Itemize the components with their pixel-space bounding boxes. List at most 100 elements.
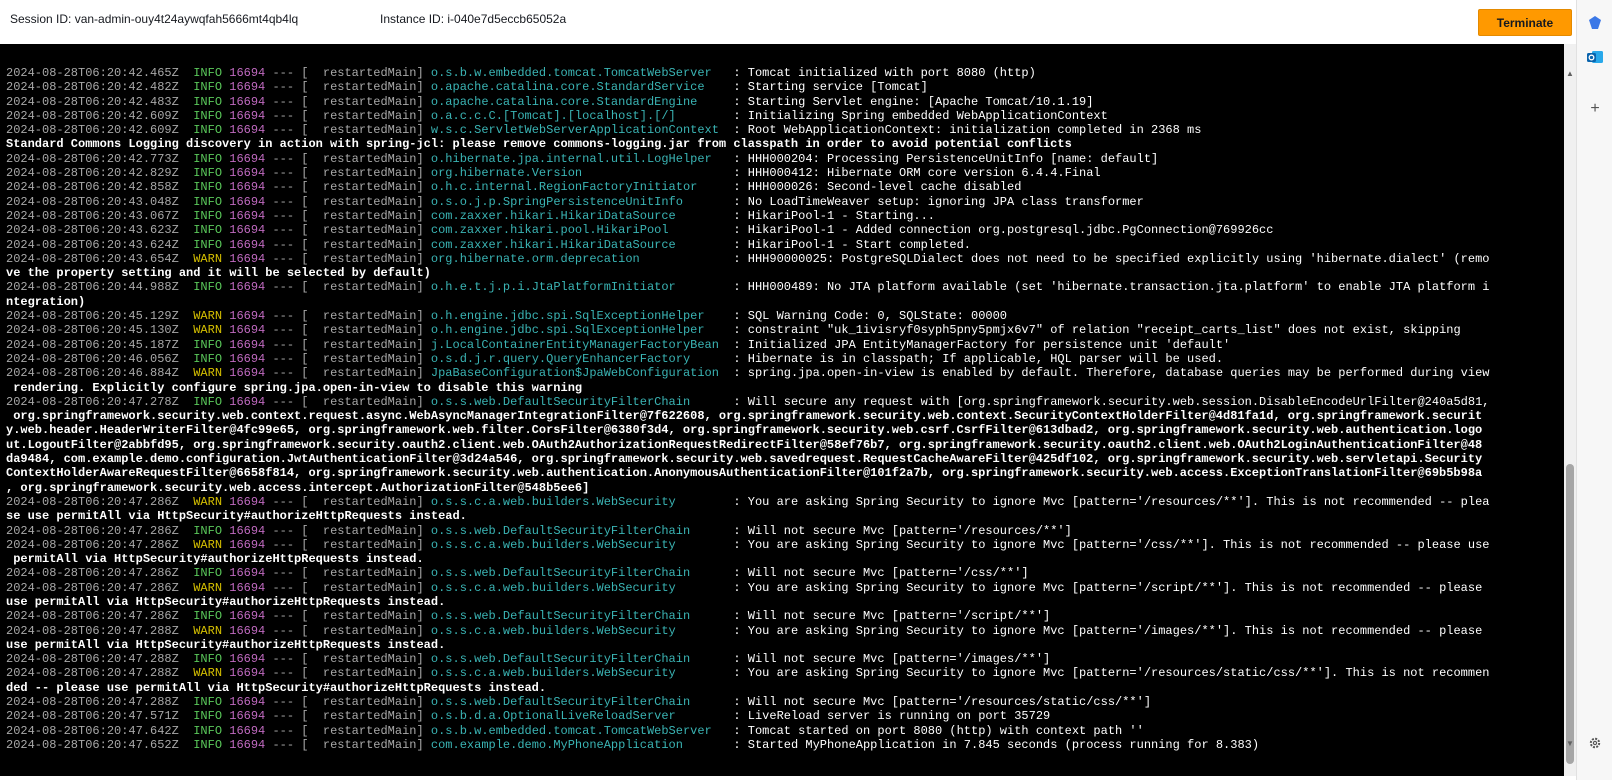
log-line: 2024-08-28T06:20:45.130Z WARN 16694 --- … — [6, 323, 1461, 338]
log-pid: 16694 — [229, 323, 266, 338]
log-continuation-text: org.springframework.security.web.context… — [6, 409, 1483, 424]
log-message: Starting Servlet engine: [Apache Tomcat/… — [747, 94, 1094, 109]
log-pid: 16694 — [229, 194, 266, 209]
log-thread: restartedMain — [322, 394, 417, 409]
log-level: INFO — [193, 237, 223, 252]
log-timestamp: 2024-08-28T06:20:47.286Z — [6, 537, 179, 552]
log-pid: 16694 — [229, 695, 266, 710]
log-pid: 16694 — [229, 80, 266, 95]
log-line: Standard Commons Logging discovery in ac… — [6, 137, 1558, 151]
log-continuation-text: Standard Commons Logging discovery in ac… — [6, 137, 1072, 152]
log-timestamp: 2024-08-28T06:20:42.465Z — [6, 66, 179, 80]
log-line: 2024-08-28T06:20:47.286Z INFO 16694 --- … — [6, 609, 1051, 624]
log-timestamp: 2024-08-28T06:20:42.609Z — [6, 108, 179, 123]
log-line: use permitAll via HttpSecurity#authorize… — [6, 638, 1558, 652]
log-message: Initialized JPA EntityManagerFactory for… — [747, 337, 1231, 352]
log-level: INFO — [193, 723, 223, 738]
log-pid: 16694 — [229, 337, 266, 352]
log-line: 2024-08-28T06:20:43.067Z INFO 16694 --- … — [6, 208, 935, 223]
log-continuation-text: ut.LogoutFilter@2abbfd95, org.springfram… — [6, 437, 1483, 452]
log-thread: restartedMain — [322, 251, 417, 266]
log-thread: restartedMain — [322, 494, 417, 509]
log-line: 2024-08-28T06:20:47.278Z INFO 16694 --- … — [6, 394, 1490, 409]
bookmark-icon[interactable] — [1584, 12, 1606, 34]
scroll-down-icon[interactable]: ▼ — [1565, 738, 1575, 750]
terminal-output[interactable]: 2024-08-28T06:20:42.465Z INFO 16694 --- … — [0, 44, 1564, 776]
log-thread: restartedMain — [322, 309, 417, 324]
log-level: INFO — [193, 280, 223, 295]
log-continuation-text: ded -- please use permitAll via HttpSecu… — [6, 680, 547, 695]
log-logger: o.apache.catalina.core.StandardEngine — [430, 94, 727, 109]
log-timestamp: 2024-08-28T06:20:47.288Z — [6, 666, 179, 681]
log-continuation-text: ntegration) — [6, 294, 86, 309]
log-line: 2024-08-28T06:20:45.187Z INFO 16694 --- … — [6, 337, 1231, 352]
log-pid: 16694 — [229, 709, 266, 724]
log-thread: restartedMain — [322, 652, 417, 667]
log-level: INFO — [193, 151, 223, 166]
scrollbar-thumb[interactable] — [1566, 464, 1574, 764]
log-pid: 16694 — [229, 580, 266, 595]
log-thread: restartedMain — [322, 94, 417, 109]
log-thread: restartedMain — [322, 108, 417, 123]
log-thread: restartedMain — [322, 237, 417, 252]
log-thread: restartedMain — [322, 337, 417, 352]
log-message: Hibernate is in classpath; If applicable… — [747, 351, 1224, 366]
log-logger: com.zaxxer.hikari.pool.HikariPool — [430, 223, 727, 238]
log-thread: restartedMain — [322, 351, 417, 366]
log-line: 2024-08-28T06:20:43.048Z INFO 16694 --- … — [6, 194, 1144, 209]
log-pid: 16694 — [229, 237, 266, 252]
log-thread: restartedMain — [322, 709, 417, 724]
log-line: 2024-08-28T06:20:45.129Z WARN 16694 --- … — [6, 309, 1008, 324]
log-thread: restartedMain — [322, 208, 417, 223]
log-logger: o.s.d.j.r.query.QueryEnhancerFactory — [430, 351, 727, 366]
terminal-scrollbar[interactable]: ▲ ▼ — [1564, 44, 1576, 776]
log-line: 2024-08-28T06:20:46.884Z WARN 16694 --- … — [6, 366, 1490, 381]
log-pid: 16694 — [229, 180, 266, 195]
log-thread: restartedMain — [322, 223, 417, 238]
log-line: 2024-08-28T06:20:47.571Z INFO 16694 --- … — [6, 709, 1051, 724]
log-logger: com.zaxxer.hikari.HikariDataSource — [430, 208, 727, 223]
log-line: 2024-08-28T06:20:42.609Z INFO 16694 --- … — [6, 123, 1202, 138]
log-logger: o.s.b.d.a.OptionalLiveReloadServer — [430, 709, 727, 724]
log-line: ntegration) — [6, 295, 1558, 309]
log-pid: 16694 — [229, 494, 266, 509]
log-continuation-text: permitAll via HttpSecurity#authorizeHttp… — [6, 552, 424, 567]
log-timestamp: 2024-08-28T06:20:43.654Z — [6, 251, 179, 266]
log-line: 2024-08-28T06:20:42.773Z INFO 16694 --- … — [6, 151, 1159, 166]
log-level: WARN — [193, 666, 223, 681]
log-thread: restartedMain — [322, 66, 417, 80]
outlook-icon[interactable] — [1584, 46, 1606, 68]
add-icon[interactable]: + — [1584, 98, 1606, 120]
terminate-button[interactable]: Terminate — [1478, 9, 1572, 36]
log-line: 2024-08-28T06:20:47.652Z INFO 16694 --- … — [6, 737, 1260, 752]
log-message: HHH000204: Processing PersistenceUnitInf… — [747, 151, 1159, 166]
log-level: INFO — [193, 208, 223, 223]
log-line: 2024-08-28T06:20:43.624Z INFO 16694 --- … — [6, 237, 972, 252]
scroll-up-icon[interactable]: ▲ — [1565, 68, 1575, 80]
log-line: 2024-08-28T06:20:47.286Z WARN 16694 --- … — [6, 580, 1483, 595]
log-thread: restartedMain — [322, 737, 417, 752]
log-message: Tomcat initialized with port 8080 (http) — [747, 66, 1036, 80]
log-line: 2024-08-28T06:20:47.288Z WARN 16694 --- … — [6, 623, 1483, 638]
log-message: Will not secure Mvc [pattern='/images/**… — [747, 652, 1051, 667]
log-continuation-text: ve the property setting and it will be s… — [6, 266, 431, 281]
log-line: , org.springframework.security.web.acces… — [6, 481, 1558, 495]
log-pid: 16694 — [229, 666, 266, 681]
log-thread: restartedMain — [322, 123, 417, 138]
settings-icon[interactable] — [1584, 732, 1606, 754]
log-timestamp: 2024-08-28T06:20:44.988Z — [6, 280, 179, 295]
log-level: INFO — [193, 194, 223, 209]
log-line: 2024-08-28T06:20:47.286Z WARN 16694 --- … — [6, 537, 1490, 552]
log-timestamp: 2024-08-28T06:20:42.858Z — [6, 180, 179, 195]
log-line: 2024-08-28T06:20:42.482Z INFO 16694 --- … — [6, 80, 928, 95]
log-timestamp: 2024-08-28T06:20:42.483Z — [6, 94, 179, 109]
log-timestamp: 2024-08-28T06:20:45.129Z — [6, 309, 179, 324]
log-level: INFO — [193, 609, 223, 624]
log-logger: o.s.s.web.DefaultSecurityFilterChain — [430, 394, 727, 409]
log-logger: o.s.s.c.a.web.builders.WebSecurity — [430, 623, 727, 638]
log-message: HikariPool-1 - Start completed. — [747, 237, 972, 252]
log-timestamp: 2024-08-28T06:20:46.056Z — [6, 351, 179, 366]
log-level: INFO — [193, 123, 223, 138]
browser-side-rail: + — [1576, 0, 1612, 780]
log-logger: o.h.engine.jdbc.spi.SqlExceptionHelper — [430, 323, 727, 338]
